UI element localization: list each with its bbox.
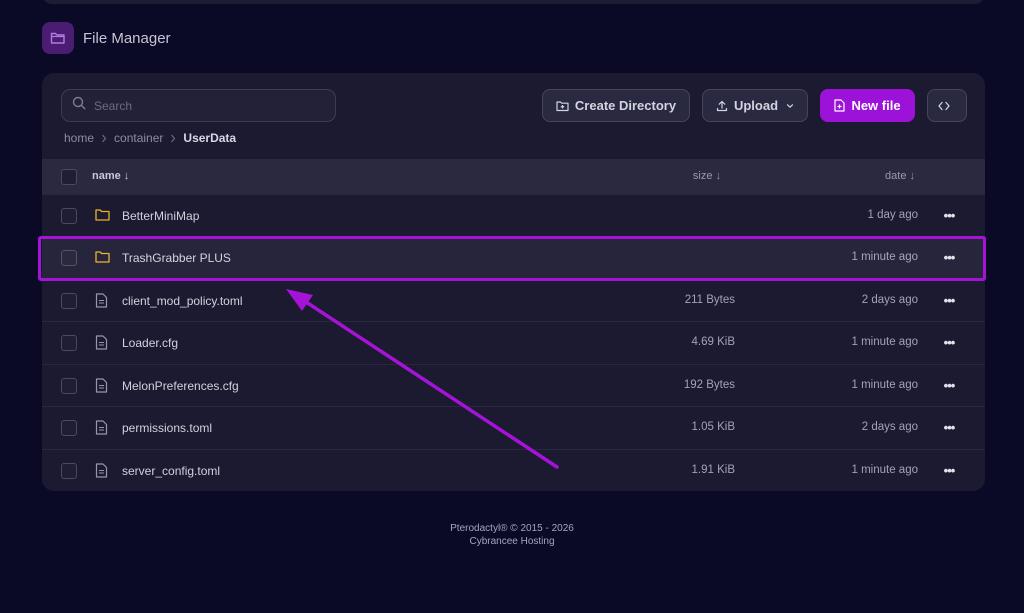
breadcrumb-current: UserData xyxy=(183,131,237,145)
file-date: 2 days ago xyxy=(861,421,918,433)
table-row[interactable]: server_config.toml 1.91 KiB 1 minute ago… xyxy=(42,449,985,491)
table-row[interactable]: permissions.toml 1.05 KiB 2 days ago ••• xyxy=(42,406,985,448)
more-options-icon[interactable]: ••• xyxy=(939,334,959,350)
table-row[interactable]: TrashGrabber PLUS 1 minute ago ••• xyxy=(42,236,985,278)
code-view-button[interactable] xyxy=(927,89,967,122)
search-box[interactable] xyxy=(61,89,336,122)
file-icon xyxy=(95,463,108,483)
select-all-checkbox[interactable] xyxy=(61,169,77,185)
file-name[interactable]: permissions.toml xyxy=(122,421,212,435)
row-checkbox[interactable] xyxy=(61,208,77,224)
create-directory-label: Create Directory xyxy=(574,98,677,113)
footer: Pterodactyl® © 2015 - 2026 Cybrancee Hos… xyxy=(0,522,1024,548)
file-date: 1 minute ago xyxy=(851,251,919,263)
folder-icon xyxy=(42,22,74,54)
upload-icon xyxy=(716,100,728,111)
file-name[interactable]: BetterMiniMap xyxy=(122,209,199,223)
table-row[interactable]: BetterMiniMap 1 day ago ••• xyxy=(42,194,985,236)
file-icon xyxy=(95,335,108,355)
row-checkbox[interactable] xyxy=(61,293,77,309)
footer-hosting: Cybrancee Hosting xyxy=(469,536,555,547)
search-input[interactable] xyxy=(94,98,314,113)
more-options-icon[interactable]: ••• xyxy=(939,207,959,223)
file-plus-icon xyxy=(834,99,846,112)
file-name[interactable]: TrashGrabber PLUS xyxy=(122,251,231,265)
row-checkbox[interactable] xyxy=(61,420,77,436)
more-options-icon[interactable]: ••• xyxy=(939,249,959,265)
column-size[interactable]: size ↓ xyxy=(693,170,721,182)
file-size: 1.05 KiB xyxy=(691,421,735,433)
file-size: 1.91 KiB xyxy=(691,464,735,476)
new-file-label: New file xyxy=(851,98,901,113)
row-checkbox[interactable] xyxy=(61,378,77,394)
file-size: 211 Bytes xyxy=(684,294,735,306)
more-options-icon[interactable]: ••• xyxy=(939,377,959,393)
breadcrumb-container[interactable]: container xyxy=(114,131,163,145)
folder-plus-icon xyxy=(556,100,569,111)
file-date: 2 days ago xyxy=(861,294,918,306)
file-name[interactable]: client_mod_policy.toml xyxy=(122,294,243,308)
breadcrumb-home[interactable]: home xyxy=(64,131,94,145)
file-name[interactable]: Loader.cfg xyxy=(122,336,178,350)
upload-label: Upload xyxy=(733,98,779,113)
upload-button[interactable]: Upload xyxy=(702,89,808,122)
file-icon xyxy=(95,293,108,313)
file-date: 1 minute ago xyxy=(851,379,919,391)
file-name[interactable]: server_config.toml xyxy=(122,464,220,478)
file-size: 4.69 KiB xyxy=(691,336,735,348)
column-date[interactable]: date ↓ xyxy=(885,170,915,182)
top-panel-edge xyxy=(42,0,985,4)
file-date: 1 minute ago xyxy=(851,464,919,476)
file-date: 1 minute ago xyxy=(851,336,919,348)
table-row[interactable]: client_mod_policy.toml 211 Bytes 2 days … xyxy=(42,279,985,321)
folder-icon xyxy=(95,208,110,226)
column-name[interactable]: name ↓ xyxy=(92,170,129,182)
table-row[interactable]: Loader.cfg 4.69 KiB 1 minute ago ••• xyxy=(42,321,985,363)
chevron-right-icon xyxy=(101,134,107,143)
breadcrumb: home container UserData xyxy=(64,130,236,146)
new-file-button[interactable]: New file xyxy=(820,89,915,122)
row-checkbox[interactable] xyxy=(61,335,77,351)
code-icon xyxy=(938,101,950,110)
search-icon xyxy=(72,96,86,115)
page-title: File Manager xyxy=(83,29,171,47)
more-options-icon[interactable]: ••• xyxy=(939,462,959,478)
file-size: 192 Bytes xyxy=(683,379,735,391)
create-directory-button[interactable]: Create Directory xyxy=(542,89,690,122)
more-options-icon[interactable]: ••• xyxy=(939,419,959,435)
file-icon xyxy=(95,420,108,440)
page-header: File Manager xyxy=(42,22,171,54)
file-date: 1 day ago xyxy=(867,209,918,221)
table-row[interactable]: MelonPreferences.cfg 192 Bytes 1 minute … xyxy=(42,364,985,406)
file-manager-panel: Create Directory Upload New file home co… xyxy=(42,73,985,491)
chevron-right-icon xyxy=(170,134,176,143)
more-options-icon[interactable]: ••• xyxy=(939,292,959,308)
folder-icon xyxy=(95,250,110,268)
file-icon xyxy=(95,378,108,398)
table-header: name ↓ size ↓ date ↓ xyxy=(42,159,985,194)
footer-copyright: Pterodactyl® © 2015 - 2026 xyxy=(450,523,574,534)
row-checkbox[interactable] xyxy=(61,463,77,479)
file-name[interactable]: MelonPreferences.cfg xyxy=(122,379,239,393)
chevron-down-icon xyxy=(786,103,794,108)
row-checkbox[interactable] xyxy=(61,250,77,266)
